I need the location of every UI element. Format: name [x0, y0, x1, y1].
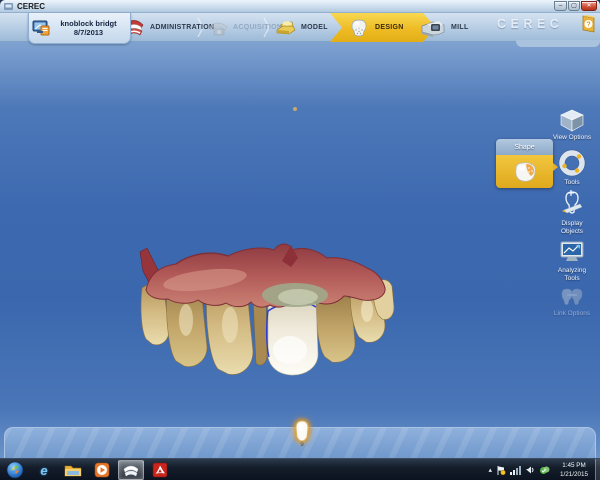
sidebar-item-label: Tools	[564, 179, 580, 186]
taskbar-item-media-player[interactable]	[89, 460, 115, 480]
clock-date: 1/21/2015	[559, 471, 588, 478]
sidebar-item-label: View Options	[552, 134, 592, 141]
navbar-right-tab	[516, 40, 600, 47]
hidden-icons-arrow-icon[interactable]: ▴	[488, 466, 492, 474]
cube-icon	[560, 109, 584, 132]
patient-info: knoblock bridgt 8/7/2013	[50, 19, 127, 38]
patient-monitor-icon	[32, 20, 50, 36]
system-tray: ▴ 1:45 PM 1/21/2015	[488, 459, 594, 480]
start-button[interactable]	[2, 460, 28, 480]
taskbar-buttons: e	[0, 459, 173, 480]
window-title: CEREC	[17, 1, 46, 11]
phase-model-label: MODEL	[301, 24, 328, 31]
patient-tab[interactable]: knoblock bridgt 8/7/2013	[28, 13, 131, 44]
taskbar-clock[interactable]: 1:45 PM 1/21/2015	[554, 461, 594, 479]
molar-shape-icon	[514, 161, 536, 182]
title-bar[interactable]: CEREC – ▢ ✕	[0, 0, 600, 13]
patient-date: 8/7/2013	[73, 28, 104, 37]
phase-mill-label: MILL	[451, 24, 469, 31]
phase-administration-label: ADMINISTRATION	[150, 24, 215, 31]
dental-model-3d[interactable]	[115, 240, 405, 390]
display-objects-icon	[562, 190, 583, 214]
sidebar-item-view-options[interactable]: View Options	[550, 108, 594, 142]
cerec-brand-logo: CEREC	[497, 17, 564, 31]
folder-icon	[64, 465, 82, 477]
clock-time: 1:45 PM	[562, 461, 586, 469]
taskbar-item-internet-explorer[interactable]: e	[31, 460, 57, 480]
model-debris-speck	[293, 107, 297, 111]
sidebar-item-label: Display Objects	[560, 220, 584, 235]
phase-administration[interactable]: ADMINISTRATION	[122, 13, 214, 42]
milling-machine-icon	[421, 20, 445, 37]
help-book-icon: ?	[582, 15, 596, 33]
phase-acquisition[interactable]: ACQUISITION	[207, 13, 282, 42]
model-block-icon	[276, 21, 296, 35]
incisor-icon	[295, 420, 309, 442]
cerec-teeth-icon	[123, 465, 139, 476]
help-button[interactable]: ?	[580, 14, 598, 39]
cerec-app-window: CEREC – ▢ ✕ knoblock bridgt 8/7/2013 ADM…	[0, 0, 600, 458]
network-signal-icon[interactable]	[510, 465, 521, 475]
design-canvas[interactable]: Shape View Options Tools Display Objects…	[0, 42, 600, 458]
show-desktop-button[interactable]	[595, 459, 600, 480]
shape-tool-panel[interactable]: Shape	[496, 139, 558, 188]
svg-text:?: ?	[586, 22, 590, 29]
camera-teeth-icon	[208, 22, 228, 35]
action-center-flag-icon[interactable]	[496, 465, 506, 476]
ie-icon: e	[40, 462, 48, 478]
sidebar-item-display-objects[interactable]: Display Objects	[550, 188, 594, 236]
minimize-button[interactable]: –	[554, 1, 567, 11]
sidebar-item-analyzing-tools[interactable]: Analyzing Tools	[550, 239, 594, 283]
ring-tool-icon	[558, 149, 586, 177]
shape-panel-arrow-icon	[553, 163, 558, 171]
taskbar-item-adobe-reader[interactable]	[147, 460, 173, 480]
status-green-icon[interactable]	[539, 465, 550, 476]
crown-icon	[348, 18, 370, 38]
close-button[interactable]: ✕	[581, 1, 597, 11]
volume-speaker-icon[interactable]	[525, 465, 535, 475]
monitor-chart-icon	[560, 241, 584, 261]
patient-name: knoblock bridgt	[60, 18, 117, 28]
linked-teeth-icon	[561, 288, 583, 305]
maximize-button[interactable]: ▢	[568, 1, 580, 11]
phase-model[interactable]: MODEL	[273, 13, 328, 42]
taskbar-item-cerec[interactable]	[118, 460, 144, 480]
shape-panel-body[interactable]	[496, 155, 553, 188]
sidebar-item-label: Link Options	[553, 310, 591, 317]
adobe-reader-icon	[152, 462, 168, 478]
screen: CEREC – ▢ ✕ knoblock bridgt 8/7/2013 ADM…	[0, 0, 600, 480]
tooth-selector[interactable]: 9	[288, 419, 316, 449]
shape-panel-label: Shape	[514, 143, 535, 151]
window-controls: – ▢ ✕	[554, 1, 597, 11]
sidebar-item-link-options[interactable]: Link Options	[550, 286, 594, 318]
windows-taskbar: e ▴ 1:45 PM 1/21/2015	[0, 458, 600, 480]
phase-mill[interactable]: MILL	[419, 13, 469, 42]
taskbar-item-file-explorer[interactable]	[60, 460, 86, 480]
media-play-icon	[94, 462, 110, 478]
windows-start-icon	[6, 461, 24, 479]
window-icon	[4, 2, 13, 10]
shape-panel-header: Shape	[496, 139, 553, 155]
sidebar-item-label: Analyzing Tools	[557, 267, 587, 282]
phase-design-label: DESIGN	[375, 24, 404, 31]
